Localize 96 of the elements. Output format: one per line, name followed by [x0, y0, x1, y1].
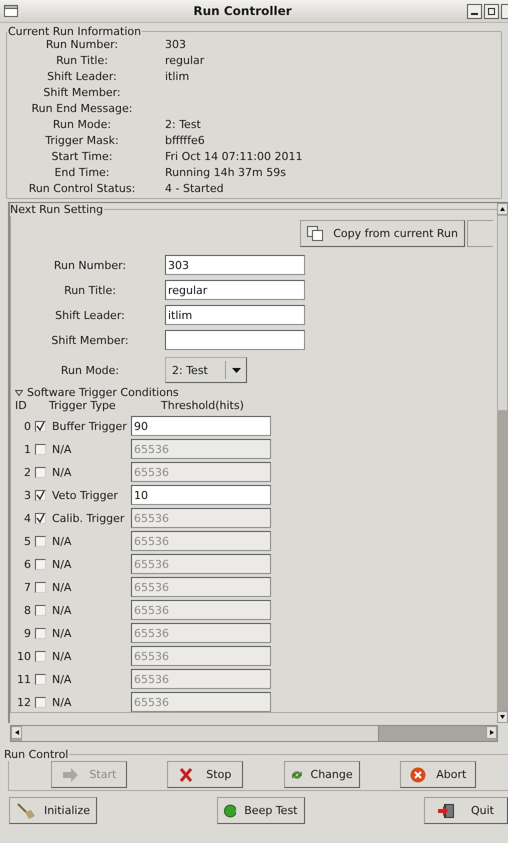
column-header: ID	[15, 399, 28, 413]
column-header: Threshold(hits)	[160, 399, 245, 413]
copy-icon	[307, 226, 326, 242]
close-icon	[410, 766, 426, 782]
trigger-type: N/A	[52, 696, 72, 708]
trigger-type: Buffer Trigger	[52, 420, 128, 432]
row-id: 10	[16, 650, 32, 662]
row-id: 2	[23, 466, 32, 478]
input-field[interactable]: regular	[165, 280, 305, 300]
row-id: 0	[23, 420, 32, 432]
info-label: Shift Leader:	[46, 70, 118, 84]
info-value: itlim	[165, 70, 190, 84]
trigger-type: N/A	[52, 580, 72, 594]
info-label: End Time:	[53, 166, 111, 180]
control-button[interactable]: Change	[284, 761, 360, 788]
minimize-button[interactable]	[467, 4, 482, 18]
info-value: regular	[165, 54, 206, 68]
dropdown-arrow-icon	[232, 368, 240, 372]
field-label: Shift Leader:	[54, 308, 126, 322]
trigger-type: N/A	[52, 650, 72, 662]
trigger-type: N/A	[52, 672, 72, 686]
input-field[interactable]: itlim	[165, 305, 305, 325]
check-icon	[36, 514, 45, 522]
trigger-type: Veto Trigger	[52, 488, 119, 502]
input-field[interactable]	[165, 330, 305, 350]
trigger-type: N/A	[52, 604, 72, 616]
close-button[interactable]	[501, 4, 508, 18]
vertical-scrollbar[interactable]	[497, 203, 508, 723]
trigger-type: Calib. Trigger	[52, 512, 126, 524]
window-title: Run Controller	[192, 4, 293, 18]
copy-button[interactable]: Copy from current Run	[300, 220, 465, 247]
info-value: Running 14h 37m 59s	[165, 166, 287, 180]
maximize-icon	[488, 8, 495, 14]
column-header: Trigger Type	[48, 399, 117, 413]
threshold-field[interactable]: 90	[131, 416, 271, 436]
field-label: Shift Member:	[50, 334, 130, 346]
ball-icon	[224, 802, 236, 818]
panel-title: Current Run Information	[7, 25, 142, 38]
info-value: 303	[165, 38, 187, 52]
info-label: Run Mode:	[52, 118, 112, 132]
run-mode-dropdown[interactable]: 2: Test	[165, 357, 247, 383]
trigger-type: N/A	[52, 626, 72, 640]
triangle-icon	[15, 390, 23, 396]
row-id: 7	[23, 580, 32, 594]
broom-icon	[16, 802, 36, 818]
row-id: 3	[23, 488, 32, 502]
up-arrow-icon	[500, 207, 505, 211]
row-id: 1	[23, 442, 32, 456]
checkbox[interactable]	[35, 490, 46, 500]
row-id: 4	[23, 512, 32, 524]
info-value: 4 - Started	[165, 182, 225, 196]
input-field[interactable]: 303	[165, 255, 305, 275]
info-label: Run Control Status:	[28, 182, 136, 196]
panel-title: Next Run Setting	[10, 203, 104, 216]
action-button[interactable]: Initialize	[9, 797, 97, 824]
down-arrow-icon	[500, 715, 505, 719]
left-arrow-icon	[14, 730, 18, 735]
info-value: 2: Test	[165, 118, 202, 132]
row-id: 11	[16, 672, 32, 686]
info-label: Trigger Mask:	[44, 134, 120, 148]
trigger-type: N/A	[52, 466, 72, 478]
check-icon	[36, 490, 45, 500]
exit-icon	[438, 802, 456, 818]
horizontal-scrollbar[interactable]	[10, 725, 498, 742]
info-label: Run Number:	[44, 38, 120, 52]
check-icon	[36, 422, 45, 430]
maximize-button[interactable]	[484, 4, 499, 18]
field-label: Run Number:	[52, 258, 128, 272]
info-label: Start Time:	[50, 150, 114, 164]
control-button[interactable]: Abort	[400, 761, 476, 788]
checkbox[interactable]	[35, 420, 46, 432]
field-label: Run Mode:	[60, 364, 120, 376]
panel-title: Run Control	[3, 748, 70, 761]
threshold-field[interactable]: 10	[131, 485, 271, 505]
action-button[interactable]: Quit	[424, 797, 508, 824]
cross-icon	[179, 768, 194, 782]
trigger-type: N/A	[52, 534, 72, 548]
right-arrow-icon	[490, 730, 494, 735]
row-id: 6	[23, 558, 32, 570]
window-menu-icon	[4, 5, 18, 17]
field-label: Run Title:	[63, 284, 117, 296]
info-label: Run Title:	[55, 54, 109, 68]
action-button[interactable]: Beep Test	[216, 797, 304, 824]
arrow-icon	[62, 768, 78, 782]
info-label: Run End Message:	[30, 102, 134, 116]
row-id: 9	[23, 626, 32, 640]
info-value: Fri Oct 14 07:11:00 2011	[165, 150, 304, 164]
control-button[interactable]: Stop	[167, 761, 244, 788]
info-label: Shift Member:	[42, 86, 122, 100]
trigger-type: N/A	[52, 558, 72, 570]
row-id: 12	[16, 696, 32, 708]
info-value: bfffffe6	[165, 134, 206, 148]
row-id: 5	[23, 534, 32, 548]
section-toggle[interactable]: Software Trigger Conditions	[15, 386, 493, 399]
trigger-type: N/A	[52, 442, 72, 456]
row-id: 8	[23, 604, 32, 616]
